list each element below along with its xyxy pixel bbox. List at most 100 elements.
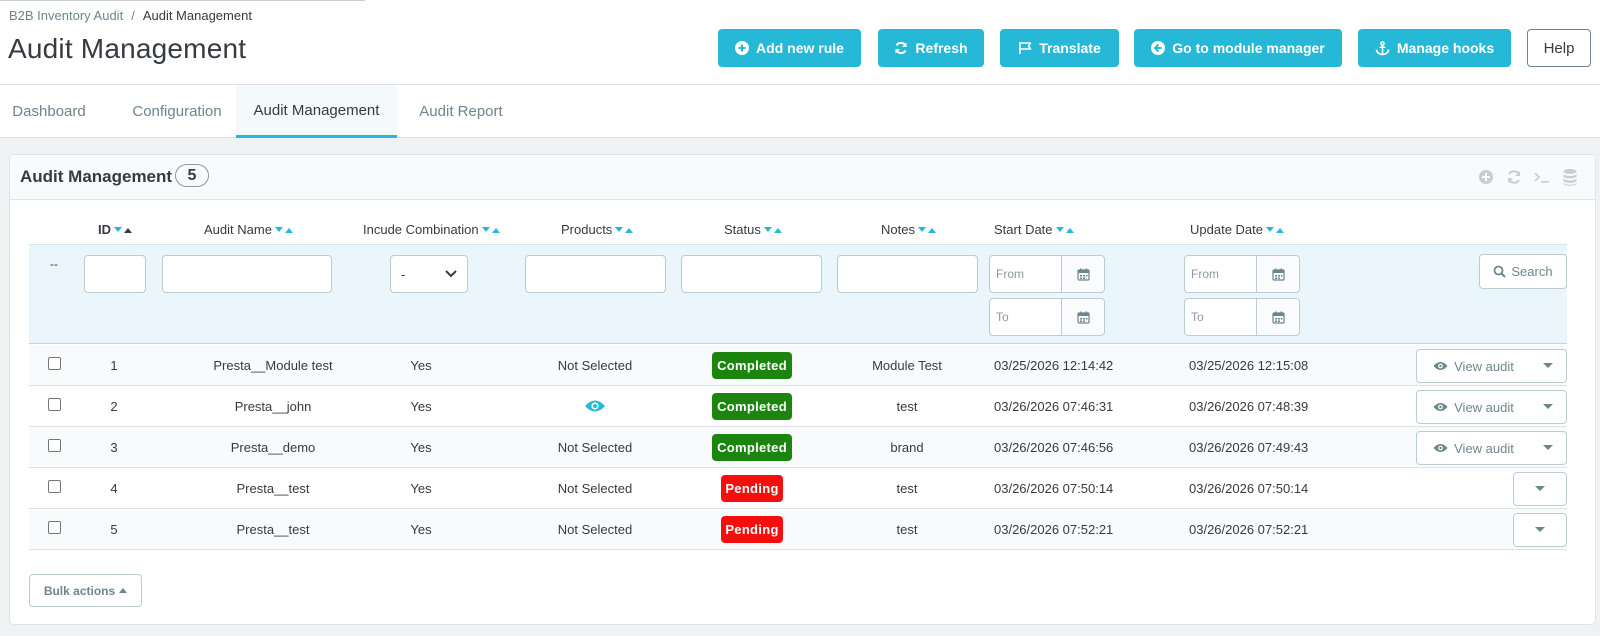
column-header-audit-name[interactable]: Audit Name (204, 222, 293, 237)
flag-icon (1019, 42, 1032, 54)
caret-down-icon[interactable] (1530, 432, 1566, 464)
filter-start-to-input[interactable]: To (990, 299, 1062, 335)
filter-update-from-input[interactable]: From (1185, 256, 1257, 292)
manage-hooks-button[interactable]: Manage hooks (1358, 29, 1511, 67)
filter-start-from-input[interactable]: From (990, 256, 1062, 292)
sort-desc-icon[interactable] (1055, 226, 1064, 233)
row-checkbox[interactable] (48, 480, 61, 493)
sort-asc-icon[interactable] (1276, 227, 1284, 233)
filter-update-from[interactable]: From (1184, 255, 1300, 293)
column-header-combination[interactable]: Incude Combination (363, 222, 500, 237)
column-header-products[interactable]: Products (561, 222, 634, 237)
column-header-combination-label: Incude Combination (363, 222, 479, 237)
tab-audit-report[interactable]: Audit Report (411, 85, 511, 138)
sort-asc-icon[interactable] (284, 227, 293, 233)
cell-id: 3 (110, 439, 118, 455)
cell-audit-name: Presta__test (236, 480, 310, 496)
column-header-start-date[interactable]: Start Date (994, 222, 1074, 237)
row-action-group: View audit (1416, 390, 1567, 424)
filter-id-input[interactable] (84, 255, 146, 293)
plus-circle-icon (735, 41, 750, 55)
filter-status-input[interactable] (681, 255, 822, 293)
caret-down-icon[interactable] (1530, 350, 1566, 382)
row-checkbox[interactable] (48, 439, 61, 452)
row-checkbox[interactable] (48, 521, 61, 534)
filter-products-input[interactable] (525, 255, 666, 293)
filter-audit-name-input[interactable] (162, 255, 332, 293)
eye-icon (1433, 403, 1448, 411)
table-row: 3 Presta__demo Yes Not Selected Complete… (29, 427, 1567, 468)
filter-notes-input[interactable] (837, 255, 978, 293)
tab-audit-management[interactable]: Audit Management (236, 85, 397, 138)
filter-combination-select[interactable]: - (390, 255, 468, 293)
cell-combination: Yes (410, 398, 432, 414)
sort-desc-icon[interactable] (917, 226, 926, 233)
column-header-notes[interactable]: Notes (881, 222, 936, 237)
column-header-status[interactable]: Status (724, 222, 782, 237)
search-button-label: Search (1511, 264, 1553, 279)
anchor-icon (1375, 40, 1390, 55)
tab-configuration[interactable]: Configuration (114, 85, 240, 138)
row-checkbox[interactable] (48, 357, 61, 370)
caret-down-icon[interactable] (1530, 391, 1566, 423)
sort-desc-icon[interactable] (274, 226, 283, 233)
calendar-icon[interactable] (1062, 256, 1104, 292)
go-to-module-manager-button[interactable]: Go to module manager (1134, 29, 1342, 67)
status-badge: Completed (712, 434, 792, 461)
calendar-icon[interactable] (1257, 299, 1299, 335)
filter-start-from[interactable]: From (989, 255, 1105, 293)
search-button[interactable]: Search (1479, 254, 1567, 289)
sort-desc-icon[interactable] (1266, 226, 1274, 233)
help-button[interactable]: Help (1527, 29, 1591, 67)
table-row: 2 Presta__john Yes Completed test 03/26/… (29, 386, 1567, 427)
refresh-button[interactable]: Refresh (878, 29, 984, 67)
eye-icon (1433, 362, 1448, 370)
view-audit-button[interactable]: View audit (1417, 391, 1530, 423)
sort-asc-icon[interactable] (927, 227, 936, 233)
sort-asc-icon[interactable] (1065, 227, 1074, 233)
caret-up-icon (119, 588, 128, 593)
filter-update-to-input[interactable]: To (1185, 299, 1257, 335)
row-checkbox[interactable] (48, 398, 61, 411)
sort-desc-icon[interactable] (114, 226, 122, 233)
filter-combination-value: - (401, 266, 406, 282)
filter-start-to[interactable]: To (989, 298, 1105, 336)
tab-dashboard[interactable]: Dashboard (0, 85, 98, 138)
breadcrumb-current: Audit Management (142, 8, 252, 23)
sort-desc-icon[interactable] (615, 226, 624, 233)
calendar-icon[interactable] (1062, 299, 1104, 335)
sort-desc-icon[interactable] (763, 226, 772, 233)
status-badge: Completed (712, 393, 792, 420)
view-products-eye-icon[interactable] (584, 399, 606, 413)
cell-audit-name: Presta__Module test (213, 357, 333, 373)
cell-audit-name: Presta__demo (230, 439, 316, 455)
column-header-start-date-label: Start Date (994, 222, 1053, 237)
column-header-audit-name-label: Audit Name (204, 222, 272, 237)
refresh-list-icon[interactable] (1504, 167, 1524, 187)
add-circle-icon[interactable] (1476, 167, 1496, 187)
translate-button[interactable]: Translate (1000, 29, 1119, 67)
sort-asc-icon[interactable] (773, 227, 782, 233)
sort-asc-icon[interactable] (491, 227, 500, 233)
cell-start-date: 03/26/2026 07:46:56 (994, 439, 1114, 455)
filter-update-to[interactable]: To (1184, 298, 1300, 336)
breadcrumb-parent[interactable]: B2B Inventory Audit (9, 8, 123, 23)
calendar-icon[interactable] (1257, 256, 1299, 292)
sort-asc-icon[interactable] (124, 227, 132, 233)
cell-audit-name: Presta__john (234, 398, 312, 414)
bulk-actions-button[interactable]: Bulk actions (29, 574, 142, 607)
add-new-rule-button[interactable]: Add new rule (718, 29, 861, 67)
column-header-id[interactable]: ID (98, 222, 132, 237)
chevron-down-icon (445, 270, 457, 278)
sort-desc-icon[interactable] (481, 226, 490, 233)
row-actions-dropdown[interactable] (1513, 513, 1567, 547)
row-actions-dropdown[interactable] (1513, 472, 1567, 506)
view-audit-button[interactable]: View audit (1417, 432, 1530, 464)
terminal-icon[interactable] (1532, 167, 1552, 187)
view-audit-button[interactable]: View audit (1417, 350, 1530, 382)
database-icon[interactable] (1560, 167, 1580, 187)
refresh-label: Refresh (915, 40, 968, 56)
cell-products: Not Selected (557, 357, 633, 373)
column-header-update-date[interactable]: Update Date (1190, 222, 1284, 237)
sort-asc-icon[interactable] (625, 227, 634, 233)
